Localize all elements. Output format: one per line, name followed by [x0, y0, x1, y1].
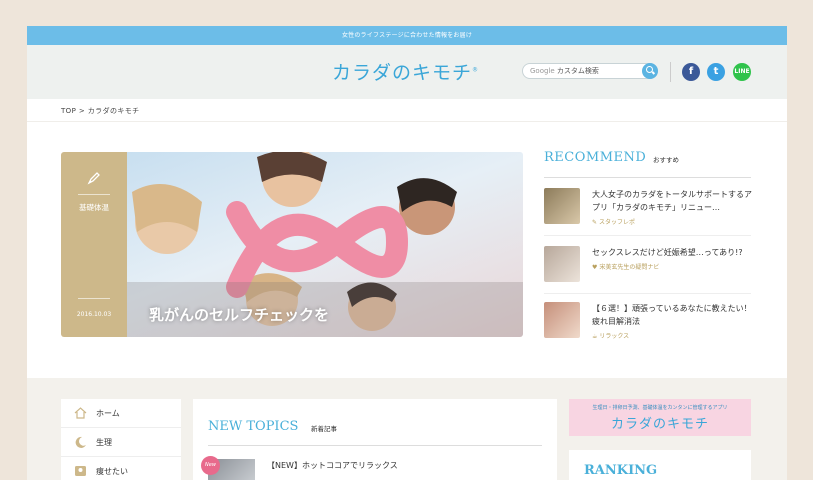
new-topics-divider [208, 445, 542, 446]
new-topics-heading: NEW TOPICS [208, 419, 299, 434]
heart-icon: ♥ [592, 264, 598, 271]
ranking-heading: RANKING [584, 463, 658, 478]
site-logo[interactable]: カラダのキモチ® [332, 58, 479, 85]
breadcrumb-separator: > [78, 107, 86, 115]
recommend-item[interactable]: 大人女子のカラダをトータルサポートするアプリ「カラダのキモチ」リニュー… ✎ ス… [544, 188, 754, 228]
search-icon[interactable] [642, 63, 658, 79]
nav-label: ホーム [96, 409, 120, 418]
nav-item-diet[interactable]: 痩せたい [61, 457, 181, 480]
recommend-heading: RECOMMEND [544, 150, 647, 165]
breadcrumb-divider [27, 121, 787, 122]
memo-icon: ✎ [592, 219, 598, 226]
search-box[interactable]: Google カスタム検索 [522, 63, 658, 79]
recommend-source: ♥ 宋美玄先生の疑問ナビ [592, 262, 659, 271]
line-icon[interactable]: LINE [733, 63, 751, 81]
scale-icon [75, 466, 86, 476]
recommend-item[interactable]: セックスレスだけど妊娠希望…ってあり!? ♥ 宋美玄先生の疑問ナビ [544, 246, 754, 286]
pen-icon [87, 172, 100, 185]
topic-title[interactable]: 【NEW】ホットココアでリラックス [267, 460, 398, 471]
recommend-thumbnail[interactable] [544, 188, 580, 224]
recommend-thumbnail[interactable] [544, 302, 580, 338]
google-label: Google [530, 67, 555, 75]
nav-label: 生理 [96, 438, 112, 447]
hero-category-panel: 基礎体温 2016.10.03 [61, 152, 127, 337]
recommend-thumbnail[interactable] [544, 246, 580, 282]
nav-item-period[interactable]: 生理 [61, 428, 181, 457]
banner-logo: カラダのキモチ [610, 417, 709, 432]
breadcrumb-home[interactable]: TOP [61, 107, 76, 115]
recommend-source: ☕ リラックス [592, 331, 629, 340]
hero-tag-divider [78, 298, 110, 299]
home-icon [74, 407, 87, 419]
side-nav: ホーム 生理 痩せたい [61, 399, 181, 480]
new-topics-panel: NEW TOPICS 新着記事 New 【NEW】ホットココアでリラックス [193, 399, 557, 480]
recommend-source-label: 宋美玄先生の疑問ナビ [599, 264, 660, 271]
hero-image[interactable]: 乳がんのセルフチェックを [127, 152, 523, 337]
recommend-title[interactable]: 【６選！】頑張っているあなたに教えたい！疲れ目解消法 [592, 302, 752, 328]
cup-icon: ☕ [592, 333, 598, 340]
breadcrumb-current: カラダのキモチ [87, 107, 140, 115]
site-header: カラダのキモチ® Google カスタム検索 f t LINE [27, 45, 787, 99]
nav-item-home[interactable]: ホーム [61, 399, 181, 428]
new-topics-subheading: 新着記事 [311, 425, 337, 433]
recommend-item[interactable]: 【６選！】頑張っているあなたに教えたい！疲れ目解消法 ☕ リラックス [544, 302, 754, 342]
hero-article[interactable]: 基礎体温 2016.10.03 乳がんのセルフチェックを [61, 152, 523, 337]
new-badge: New [201, 456, 220, 475]
lower-section: ホーム 生理 痩せたい NEW TOPICS 新着記事 New 【NEW】ホット… [27, 378, 787, 480]
moon-icon [75, 436, 86, 448]
recommend-separator [544, 235, 751, 236]
hero-date: 2016.10.03 [76, 311, 112, 318]
breadcrumb: TOP > カラダのキモチ [61, 106, 140, 116]
recommend-source: ✎ スタッフレポ [592, 217, 635, 226]
page: 女性のライフステージに合わせた情報をお届け カラダのキモチ® Google カス… [27, 26, 787, 480]
hero-category: 基礎体温 [79, 203, 109, 212]
recommend-separator [544, 293, 751, 294]
twitter-icon[interactable]: t [707, 63, 725, 81]
app-banner[interactable]: 生理日・排卵日予測、基礎体温をカンタンに管理するアプリ カラダのキモチ [569, 399, 751, 436]
topbar-tagline: 女性のライフステージに合わせた情報をお届け [27, 26, 787, 45]
hero-tag-divider [78, 194, 110, 195]
recommend-source-label: スタッフレポ [598, 219, 635, 226]
recommend-subheading: おすすめ [653, 156, 679, 164]
banner-tagline: 生理日・排卵日予測、基礎体温をカンタンに管理するアプリ [592, 405, 728, 411]
search-placeholder: カスタム検索 [556, 67, 599, 75]
header-divider [670, 62, 671, 82]
ranking-panel: RANKING [569, 450, 751, 480]
logo-registered-mark: ® [472, 66, 480, 74]
hero-title[interactable]: 乳がんのセルフチェックを [149, 304, 329, 325]
recommend-divider [544, 177, 751, 178]
nav-label: 痩せたい [96, 467, 128, 476]
recommend-title[interactable]: セックスレスだけど妊娠希望…ってあり!? [592, 246, 752, 259]
recommend-source-label: リラックス [599, 333, 630, 340]
logo-text: カラダのキモチ [332, 62, 473, 84]
recommend-title[interactable]: 大人女子のカラダをトータルサポートするアプリ「カラダのキモチ」リニュー… [592, 188, 752, 214]
facebook-icon[interactable]: f [682, 63, 700, 81]
